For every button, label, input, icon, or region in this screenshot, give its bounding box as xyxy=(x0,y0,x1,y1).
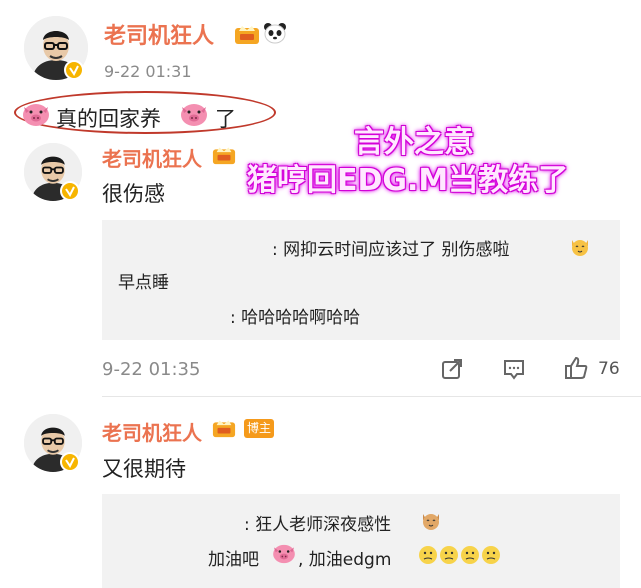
dizzy-face-emoji xyxy=(418,545,502,569)
reply-line: : 哈哈哈哈啊哈哈 xyxy=(230,308,361,328)
reply-line: : 狂人老师深夜感性 xyxy=(244,515,392,535)
comment-time: 9-22 01:35 xyxy=(102,359,201,380)
cat-emoji xyxy=(421,510,441,534)
pig-emoji xyxy=(272,544,296,568)
divider xyxy=(102,396,641,397)
cat-emoji xyxy=(570,236,590,260)
pig-emoji xyxy=(22,103,50,131)
reply-line: : 网抑云时间应该过了 别伤感啦 xyxy=(272,240,510,260)
comment-icon[interactable] xyxy=(502,357,526,385)
verified-icon xyxy=(60,452,80,472)
crown-icon xyxy=(233,20,261,50)
verified-icon xyxy=(60,181,80,201)
comment-text: 真的回家养 xyxy=(56,107,161,131)
like-icon[interactable] xyxy=(563,355,589,385)
reply-line: , 加油edgm xyxy=(298,550,392,570)
comment-text: 很伤感 xyxy=(102,182,165,206)
username[interactable]: 老司机狂人 xyxy=(102,143,202,172)
share-icon[interactable] xyxy=(440,357,464,385)
username[interactable]: 老司机狂人 xyxy=(104,18,214,50)
reply-line: 加油吧 xyxy=(208,550,259,570)
crown-icon xyxy=(211,142,237,170)
reply-box[interactable] xyxy=(102,494,620,588)
reply-line: 早点睡 xyxy=(118,273,169,293)
comment-time: 9-22 01:31 xyxy=(104,62,192,81)
pig-emoji xyxy=(180,103,208,131)
username[interactable]: 老司机狂人 xyxy=(102,417,202,446)
comment-text: 了 xyxy=(215,107,236,131)
panda-emoji xyxy=(263,22,287,48)
comment-text: 又很期待 xyxy=(102,457,186,481)
blogger-badge: 博主 xyxy=(244,419,275,438)
verified-icon xyxy=(64,60,84,80)
like-count: 76 xyxy=(598,359,620,379)
overlay-caption-line2: 猪哼回EDG.M当教练了 xyxy=(247,163,569,198)
crown-icon xyxy=(211,415,237,443)
